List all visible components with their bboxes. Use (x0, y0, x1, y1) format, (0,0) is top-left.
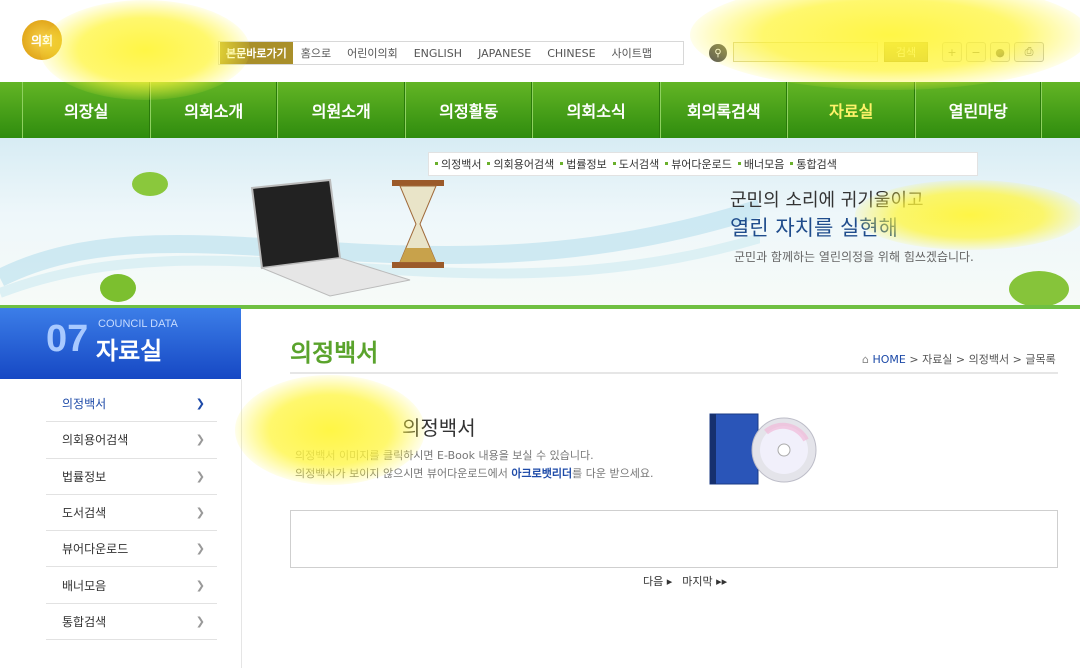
redaction-blur (690, 0, 1080, 90)
redaction-blur (40, 0, 250, 100)
title-underline (290, 372, 1058, 374)
sidebar-item-label: 의회용어검색 (62, 433, 129, 448)
sidebar-item-label: 배너모음 (62, 578, 107, 593)
slogan-line3: 군민과 함께하는 열린의정을 위해 힘쓰겠습니다. (734, 250, 974, 264)
redaction-blur (235, 375, 425, 485)
sidebar-menu: 의정백서 ❯ 의회용어검색 ❯ 법률정보 ❯ 도서검색 ❯ 뷰어다운로드 ❯ 배너모음 ❯ … (46, 386, 217, 641)
chevron-right-icon: ❯ (195, 578, 205, 592)
nav-open-forum[interactable]: 열린마당 (914, 82, 1042, 138)
home-link[interactable]: 홈으로 (293, 45, 339, 61)
next-page-link[interactable]: 다음 ▸ (643, 573, 672, 589)
breadcrumb-home-link[interactable]: HOME (872, 353, 905, 366)
top-utility-nav: 본문바로가기 홈으로 어린이의회 ENGLISH JAPANESE CHINES… (218, 41, 684, 65)
ebook-list-box (290, 510, 1058, 568)
submenu-law-info[interactable]: 법률정보 (554, 156, 607, 172)
sidebar-item-white-paper[interactable]: 의정백서 ❯ (46, 386, 217, 423)
sidebar-item-label: 통합검색 (62, 614, 107, 629)
redaction-blur (855, 180, 1080, 250)
breadcrumb: ⌂ HOME > 자료실 > 의정백서 > 글목록 (862, 351, 1056, 367)
section-english-title: COUNCIL DATA (98, 318, 178, 330)
section-title: 자료실 (96, 337, 163, 365)
sidebar-item-law-info[interactable]: 법률정보 ❯ (46, 459, 217, 495)
chevron-right-icon: ❯ (195, 506, 205, 520)
chevron-right-icon: ❯ (195, 469, 205, 483)
sidebar-item-label: 의정백서 (62, 397, 107, 412)
sidebar-item-book-search[interactable]: 도서검색 ❯ (46, 495, 217, 532)
viewer-instruction-text-end: 를 다운 받으세요. (572, 467, 654, 480)
cd-book-icon[interactable] (706, 410, 818, 488)
pagination: 다음 ▸ 마지막 ▸▸ (643, 573, 727, 589)
banner-illustration (0, 172, 760, 302)
chevron-right-icon: ❯ (195, 542, 205, 556)
sidebar-item-integrated-search[interactable]: 통합검색 ❯ (46, 604, 217, 641)
nav-members[interactable]: 의원소개 (277, 82, 405, 138)
nav-news[interactable]: 의회소식 (532, 82, 660, 138)
home-icon: ⌂ (862, 353, 873, 366)
sidebar-header: 07 COUNCIL DATA 자료실 (0, 308, 241, 379)
section-number: 07 (46, 318, 89, 360)
sitemap-link[interactable]: 사이트맵 (604, 45, 660, 61)
leaf-icon (100, 274, 136, 302)
japanese-link[interactable]: JAPANESE (470, 47, 539, 60)
hourglass-icon (392, 180, 444, 186)
nav-activities[interactable]: 의정활동 (404, 82, 533, 138)
english-link[interactable]: ENGLISH (406, 47, 470, 60)
laptop-icon (250, 178, 342, 270)
sidebar-item-term-search[interactable]: 의회용어검색 ❯ (46, 422, 217, 459)
acrobat-reader-link[interactable]: 아크로뱃리더 (511, 467, 572, 480)
sidebar-item-label: 도서검색 (62, 506, 107, 521)
chevron-right-icon: ❯ (195, 433, 205, 447)
sidebar-item-viewer-download[interactable]: 뷰어다운로드 ❯ (46, 531, 217, 568)
sub-menu-bar: 의정백서 의회용어검색 법률정보 도서검색 뷰어다운로드 배너모음 통합검색 (428, 152, 978, 176)
nav-minutes-search[interactable]: 회의록검색 (659, 82, 788, 138)
chevron-right-icon: ❯ (195, 397, 205, 411)
submenu-viewer-download[interactable]: 뷰어다운로드 (659, 156, 732, 172)
last-page-link[interactable]: 마지막 ▸▸ (682, 573, 727, 589)
leaf-icon (1009, 271, 1069, 307)
nav-data-room[interactable]: 자료실 (787, 82, 915, 138)
chevron-right-icon: ❯ (195, 614, 205, 628)
leaf-icon (132, 172, 168, 196)
page-title: 의정백서 (290, 339, 379, 367)
submenu-white-paper[interactable]: 의정백서 (429, 156, 481, 172)
submenu-banners[interactable]: 배너모음 (732, 156, 784, 172)
breadcrumb-path: > 자료실 > 의정백서 > 글목록 (905, 353, 1056, 366)
page: 의회 본문바로가기 홈으로 어린이의회 ENGLISH JAPANESE CHI… (0, 0, 1080, 668)
submenu-term-search[interactable]: 의회용어검색 (481, 156, 554, 172)
sidebar-item-banners[interactable]: 배너모음 ❯ (46, 567, 217, 604)
submenu-book-search[interactable]: 도서검색 (607, 156, 659, 172)
chinese-link[interactable]: CHINESE (539, 47, 603, 60)
sidebar-item-label: 뷰어다운로드 (62, 542, 129, 557)
submenu-integrated-search[interactable]: 통합검색 (784, 156, 837, 172)
sidebar-item-label: 법률정보 (62, 469, 107, 484)
kids-council-link[interactable]: 어린이의회 (339, 45, 406, 61)
